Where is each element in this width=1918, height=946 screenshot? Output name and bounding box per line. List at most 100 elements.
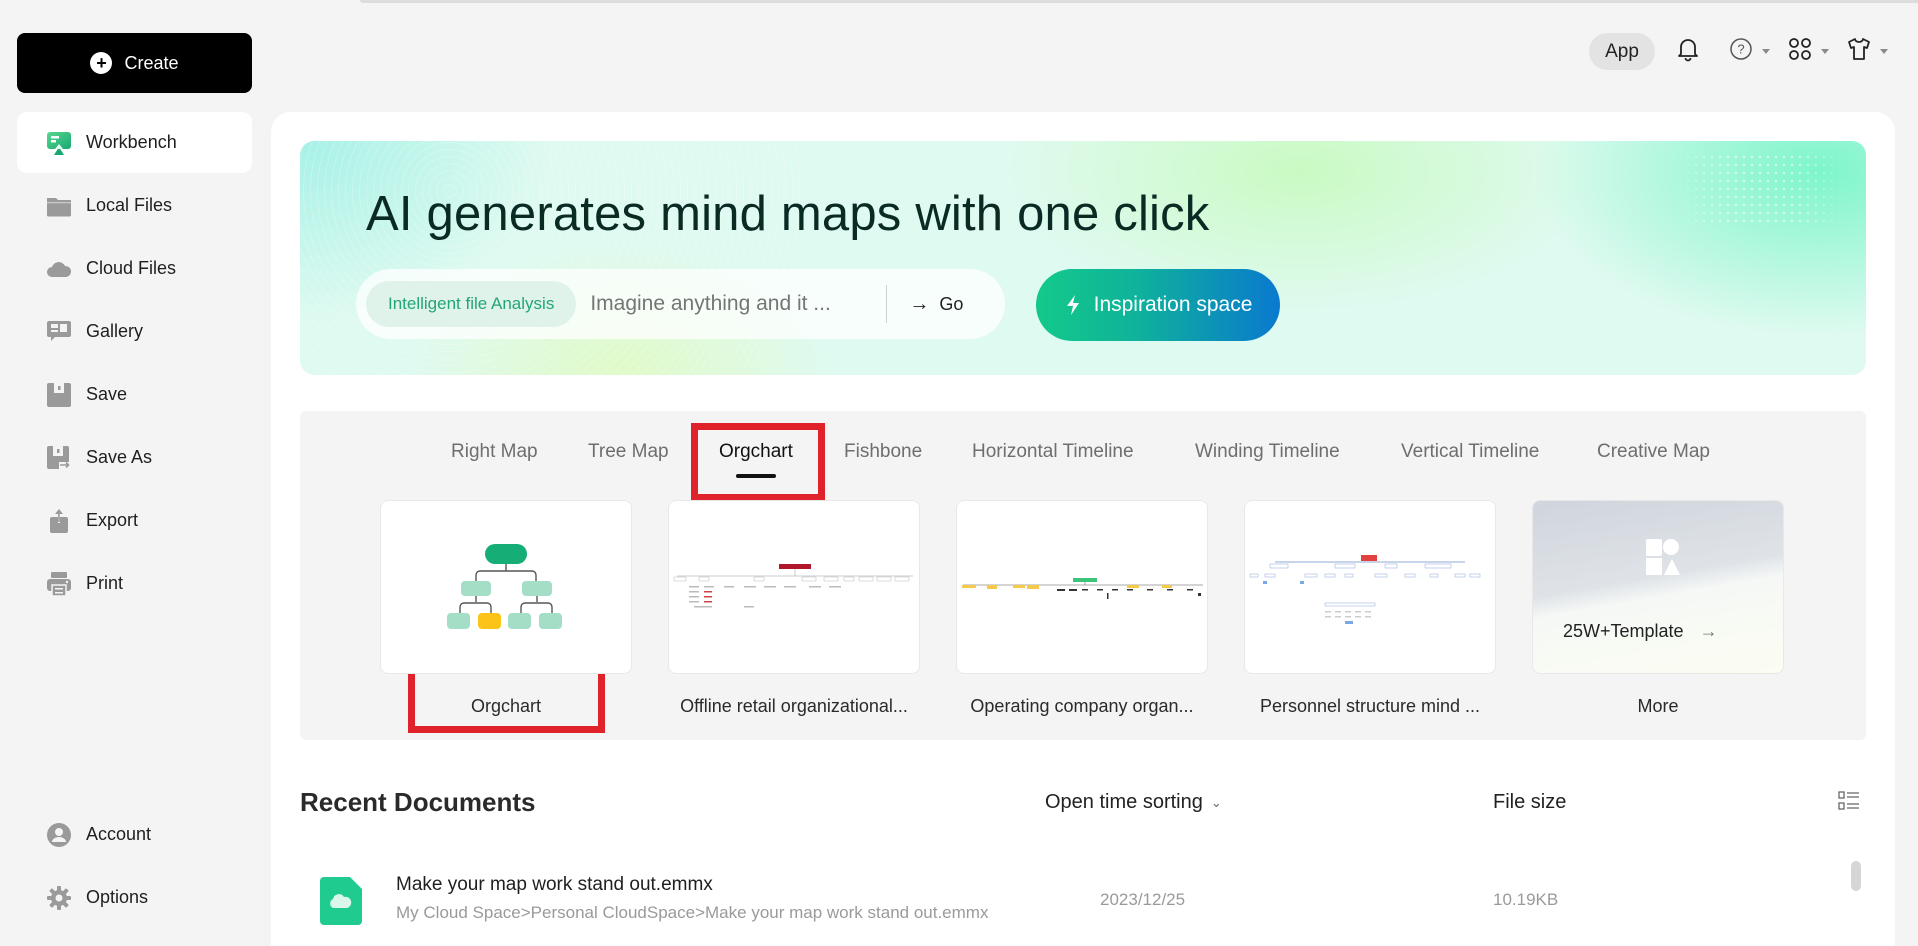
sidebar-item-local-files[interactable]: Local Files: [17, 175, 252, 236]
window-top-edge: [360, 0, 1918, 3]
sort-dropdown[interactable]: Open time sorting ⌄: [1045, 791, 1222, 814]
workbench-icon: [46, 130, 72, 156]
template-card-orgchart[interactable]: Orgchart: [380, 500, 632, 717]
inspiration-label: Inspiration space: [1093, 293, 1253, 316]
svg-text:?: ?: [1737, 41, 1744, 56]
divider: [886, 285, 888, 323]
gallery-icon: [46, 319, 72, 345]
document-path: My Cloud Space>Personal CloudSpace>Make …: [396, 903, 989, 922]
template-card-more[interactable]: 25W+Template → More: [1532, 500, 1784, 717]
ai-prompt-input[interactable]: [590, 292, 881, 316]
template-card-offline-retail[interactable]: Offline retail organizational...: [668, 500, 920, 717]
mindmap-preview-icon: [1249, 555, 1481, 624]
tab-tree-map[interactable]: Tree Map: [588, 441, 669, 463]
mindmap-preview-icon: [673, 564, 913, 608]
banner-decoration: [300, 141, 800, 375]
sidebar-item-label: Print: [86, 573, 124, 593]
template-card-label: Offline retail organizational...: [680, 696, 908, 716]
folder-icon: [46, 193, 72, 219]
gear-icon: [46, 885, 72, 911]
create-button[interactable]: + Create: [17, 33, 252, 93]
sidebar-item-label: Save: [86, 384, 128, 404]
print-icon: [46, 571, 72, 597]
more-templates-link: 25W+Template →: [1563, 621, 1718, 642]
apps-menu-button[interactable]: [1787, 36, 1829, 67]
apps-icon: [1787, 36, 1813, 67]
template-card-label: Operating company organ...: [970, 696, 1194, 716]
bell-icon: [1675, 36, 1701, 67]
list-view-toggle[interactable]: [1837, 789, 1861, 813]
document-size: 10.19KB: [1493, 890, 1559, 909]
cloud-icon: [46, 256, 72, 282]
template-thumbnail: [380, 500, 632, 674]
template-card-label: Personnel structure mind ...: [1259, 696, 1481, 716]
help-icon: ?: [1728, 36, 1754, 67]
template-card-personnel-structure[interactable]: Personnel structure mind ...: [1244, 500, 1496, 717]
chevron-down-icon: [1762, 48, 1770, 54]
sidebar-item-gallery[interactable]: Gallery: [17, 301, 252, 362]
arrow-right-icon: →: [1699, 621, 1718, 641]
lightning-icon: [1066, 295, 1079, 315]
inspiration-space-button[interactable]: Inspiration space: [1036, 269, 1280, 341]
export-icon: [46, 508, 72, 534]
orgchart-icon: [447, 544, 562, 629]
chevron-down-icon: ⌄: [1210, 794, 1222, 810]
notifications-button[interactable]: [1675, 38, 1701, 64]
tab-orgchart[interactable]: Orgchart: [719, 441, 793, 463]
tab-winding-timeline[interactable]: Winding Timeline: [1195, 441, 1340, 463]
arrow-right-icon: →: [909, 292, 930, 315]
template-thumbnail: [956, 500, 1208, 674]
templates-section: Right Map Tree Map Orgchart Fishbone Hor…: [300, 411, 1866, 740]
skin-menu-button[interactable]: [1846, 36, 1888, 67]
account-icon: [46, 822, 72, 848]
template-tabs: Right Map Tree Map Orgchart Fishbone Hor…: [300, 441, 1866, 477]
app-button[interactable]: App: [1589, 33, 1655, 70]
sort-label: Open time sorting: [1045, 791, 1203, 813]
help-menu-button[interactable]: ?: [1728, 36, 1770, 67]
recent-documents-title: Recent Documents: [300, 787, 536, 817]
sidebar-item-label: Workbench: [86, 132, 177, 152]
template-thumbnail: 25W+Template →: [1532, 500, 1784, 674]
go-button[interactable]: → Go: [909, 293, 963, 316]
sidebar-item-label: Account: [86, 824, 152, 844]
skin-icon: [1846, 36, 1872, 67]
tab-vertical-timeline[interactable]: Vertical Timeline: [1401, 441, 1539, 463]
sidebar-item-print[interactable]: Print: [17, 553, 252, 614]
sidebar-item-options[interactable]: Options: [17, 867, 252, 928]
mindmap-preview-icon: [962, 578, 1203, 599]
sidebar-item-save-as[interactable]: Save As: [17, 427, 252, 488]
cloud-file-icon: [320, 877, 362, 925]
tab-right-map[interactable]: Right Map: [451, 441, 538, 463]
tab-horizontal-timeline[interactable]: Horizontal Timeline: [972, 441, 1134, 463]
sidebar-item-label: Cloud Files: [86, 258, 177, 278]
go-label: Go: [939, 293, 964, 314]
banner-title: AI generates mind maps with one click: [366, 187, 1210, 241]
sidebar-item-export[interactable]: Export: [17, 490, 252, 551]
template-card-operating-company[interactable]: Operating company organ...: [956, 500, 1208, 717]
tab-fishbone[interactable]: Fishbone: [844, 441, 922, 463]
save-icon: [46, 382, 72, 408]
tab-creative-map[interactable]: Creative Map: [1597, 441, 1710, 463]
chevron-down-icon: [1880, 48, 1888, 54]
main-panel: AI generates mind maps with one click In…: [271, 112, 1895, 946]
edraw-logo-icon: [1646, 539, 1680, 575]
document-date: 2023/12/25: [1100, 890, 1186, 909]
document-row[interactable]: Make your map work stand out.emmx My Clo…: [300, 862, 1850, 942]
sidebar-item-label: Gallery: [86, 321, 144, 341]
scrollbar-thumb[interactable]: [1851, 861, 1861, 891]
list-view-icon: [1838, 791, 1859, 810]
sidebar-item-cloud-files[interactable]: Cloud Files: [17, 238, 252, 299]
sidebar-item-save[interactable]: Save: [17, 364, 252, 425]
sidebar-item-workbench[interactable]: Workbench: [17, 112, 252, 173]
sidebar-item-account[interactable]: Account: [17, 804, 252, 865]
ai-prompt-bar: Intelligent file Analysis → Go: [356, 269, 1005, 339]
template-thumbnail: [1244, 500, 1496, 674]
intelligent-file-analysis-button[interactable]: Intelligent file Analysis: [366, 281, 577, 327]
ai-banner: AI generates mind maps with one click In…: [300, 141, 1866, 375]
template-card-label: Orgchart: [470, 696, 542, 716]
document-name: Make your map work stand out.emmx: [396, 874, 713, 895]
sidebar-item-label: Export: [86, 510, 139, 530]
banner-dots-decoration: [1676, 153, 1846, 228]
file-size-header: File size: [1493, 791, 1567, 813]
sidebar-item-label: Local Files: [86, 195, 173, 215]
